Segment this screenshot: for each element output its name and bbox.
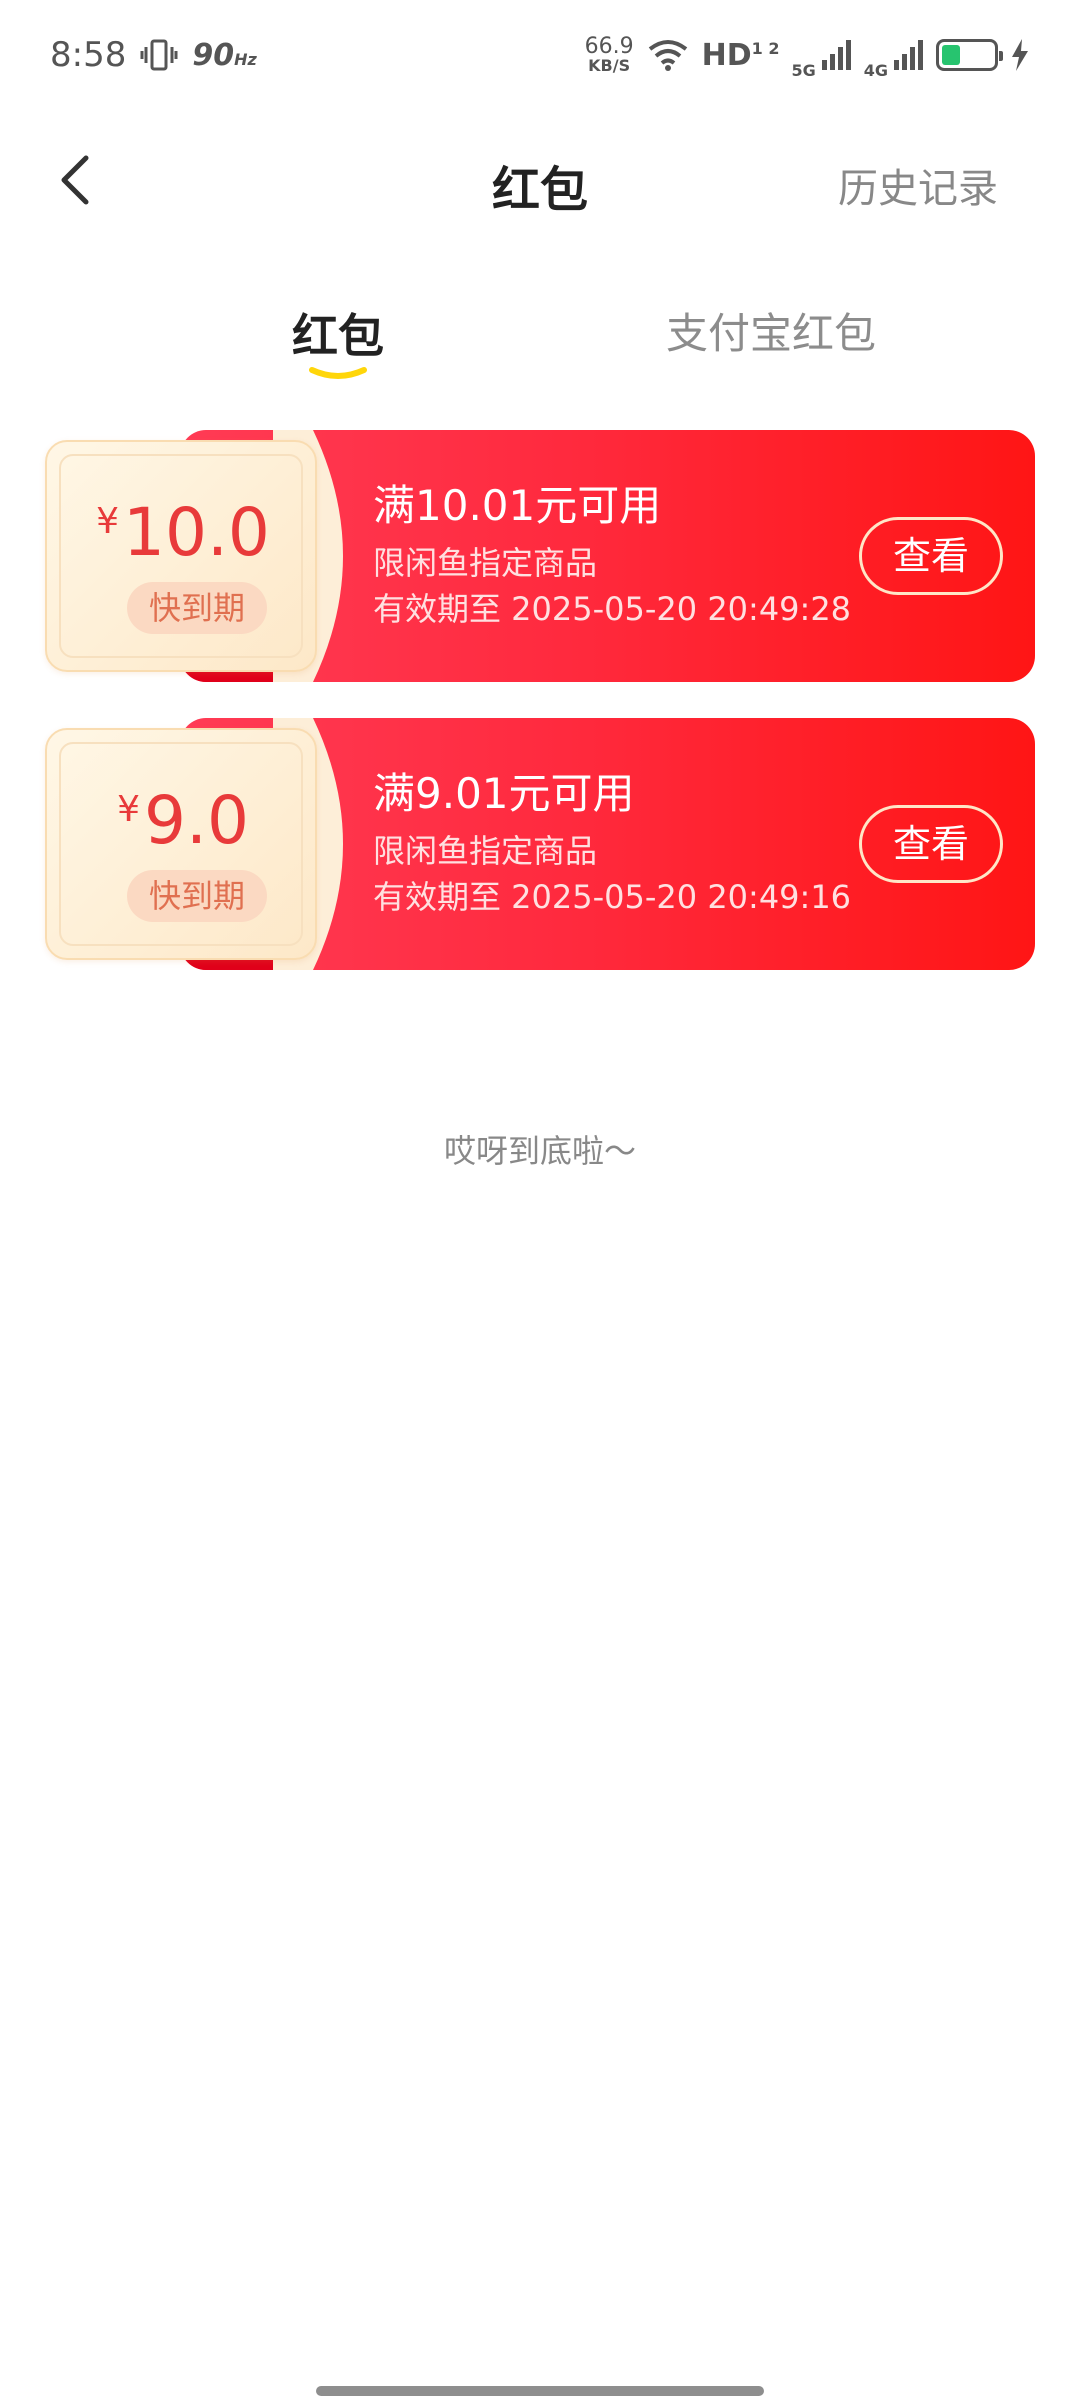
- view-button[interactable]: 查看: [859, 517, 1003, 595]
- coupon-card[interactable]: 查看 ¥10.0 快到期 满10.01元可用 限闲鱼指定商品 有效期至 2025…: [45, 430, 1035, 690]
- coupon-stub: ¥9.0 快到期: [45, 728, 317, 960]
- wifi-icon: [648, 40, 687, 71]
- home-indicator[interactable]: [316, 2386, 764, 2396]
- network-type-2: 4G: [863, 60, 888, 80]
- coupon-stub: ¥10.0 快到期: [45, 440, 317, 672]
- view-button[interactable]: 查看: [859, 805, 1003, 883]
- coupon-amount: ¥9.0: [117, 782, 249, 859]
- tab-red-packet[interactable]: 红包: [292, 300, 384, 366]
- vibrate-icon: [140, 39, 178, 71]
- end-of-list-text: 哎呀到底啦～: [443, 1132, 636, 1170]
- status-bar: 8:58 90Hz 66.9 KB/S HD1 2 5G 4G: [0, 0, 1080, 110]
- status-time: 8:58: [50, 35, 127, 75]
- network-speed: 66.9 KB/S: [584, 34, 634, 75]
- coupon-card[interactable]: 查看 ¥9.0 快到期 满9.01元可用 限闲鱼指定商品 有效期至 2025-0…: [45, 718, 1035, 978]
- coupon-amount: ¥10.0: [96, 494, 270, 571]
- tab-alipay-red-packet[interactable]: 支付宝红包: [666, 300, 876, 361]
- tab-bar: 红包 支付宝红包: [0, 300, 1080, 390]
- signal-icon-2: [894, 40, 923, 70]
- network-type-1: 5G: [791, 60, 816, 80]
- refresh-rate: 90Hz: [192, 37, 257, 73]
- signal-icon: [821, 40, 851, 70]
- coupon-info: 满9.01元可用 限闲鱼指定商品 有效期至 2025-05-20 20:49:1…: [373, 766, 851, 920]
- coupon-title: 满9.01元可用: [373, 769, 635, 818]
- coupon-title: 满10.01元可用: [373, 481, 662, 530]
- coupon-scope: 限闲鱼指定商品: [373, 544, 598, 582]
- expiring-badge: 快到期: [127, 870, 267, 922]
- coupon-scope: 限闲鱼指定商品: [373, 832, 598, 870]
- charging-icon: [1012, 39, 1028, 71]
- battery-level: [942, 45, 960, 65]
- expiring-badge: 快到期: [127, 582, 267, 634]
- coupon-expiry: 有效期至 2025-05-20 20:49:28: [373, 590, 852, 628]
- red-packet-page: 8:58 90Hz 66.9 KB/S HD1 2 5G 4G 红包 历史记录 …: [0, 0, 1080, 2400]
- hd-indicator: HD1 2: [701, 37, 780, 73]
- tab-active-indicator: [309, 367, 367, 379]
- coupon-expiry: 有效期至 2025-05-20 20:49:16: [373, 878, 852, 916]
- nav-header: 红包 历史记录: [0, 130, 1080, 230]
- history-button[interactable]: 历史记录: [838, 156, 998, 214]
- battery-icon: [936, 39, 1003, 71]
- coupon-info: 满10.01元可用 限闲鱼指定商品 有效期至 2025-05-20 20:49:…: [373, 478, 851, 632]
